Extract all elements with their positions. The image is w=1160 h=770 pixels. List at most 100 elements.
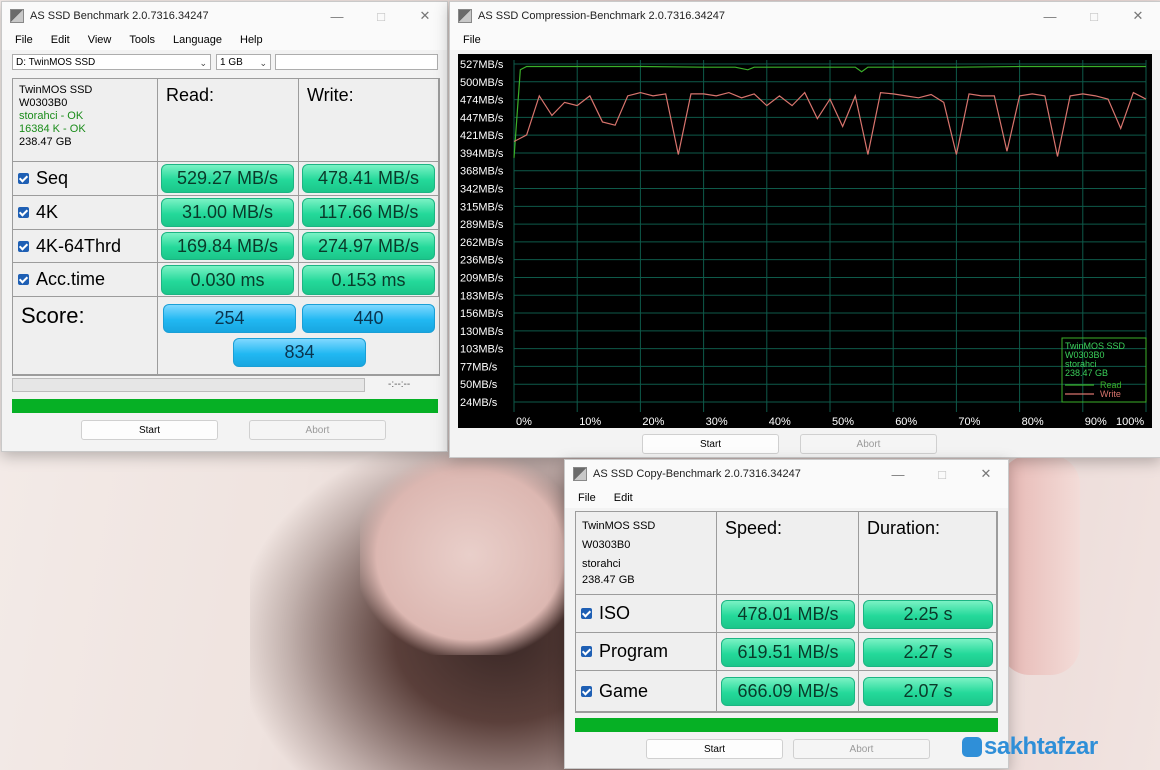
4k-write-value: 117.66 MB/s [302, 198, 435, 227]
iso-checkbox[interactable] [581, 608, 592, 619]
y-tick-label: 103MB/s [460, 344, 504, 356]
seq-checkbox[interactable] [18, 173, 29, 184]
row-program: Program [576, 633, 717, 671]
row-label: 4K-64Thrd [36, 235, 122, 256]
menu-edit[interactable]: Edit [605, 492, 642, 504]
device-driver: storahci [582, 558, 621, 570]
start-button[interactable]: Start [642, 434, 779, 454]
y-tick-label: 315MB/s [460, 201, 504, 213]
seq-write-value: 478.41 MB/s [302, 164, 435, 193]
menu-file[interactable]: File [569, 492, 605, 504]
chevron-down-icon: ⌄ [259, 58, 267, 68]
window-title: AS SSD Compression-Benchmark 2.0.7316.34… [478, 10, 726, 22]
copy-results-grid: TwinMOS SSD W0303B0 storahci 238.47 GB S… [575, 511, 998, 713]
app-icon [10, 9, 24, 23]
program-speed-value: 619.51 MB/s [721, 638, 855, 667]
drive-select[interactable]: D: TwinMOS SSD ⌄ [12, 54, 211, 70]
watermark-logo-icon [962, 737, 982, 757]
maximize-button[interactable]: □ [920, 460, 964, 488]
menu-language[interactable]: Language [164, 34, 231, 46]
window-title: AS SSD Copy-Benchmark 2.0.7316.34247 [593, 468, 801, 480]
row-iso: ISO [576, 595, 717, 633]
row-label: Program [599, 641, 669, 661]
x-tick-label: 60% [895, 416, 917, 428]
menu-edit[interactable]: Edit [42, 34, 79, 46]
y-tick-label: 421MB/s [460, 130, 504, 142]
legend-device-line: 238.47 GB [1065, 368, 1108, 378]
size-select[interactable]: 1 GB ⌄ [216, 54, 271, 70]
compression-chart-svg: 527MB/s 500MB/s 474MB/s 447MB/s 421MB/s 394MB… [460, 59, 1147, 428]
row-label: Acc.time [36, 269, 106, 289]
results-grid: TwinMOS SSD W0303B0 storahci - OK 16384 … [12, 78, 440, 376]
y-tick-label: 262MB/s [460, 237, 504, 249]
start-button[interactable]: Start [646, 739, 783, 759]
menu-file[interactable]: File [6, 34, 42, 46]
watermark-text: sakhtafzar [984, 733, 1098, 760]
benchmark-titlebar: AS SSD Benchmark 2.0.7316.34247 — □ ✕ [2, 2, 447, 30]
start-button[interactable]: Start [81, 420, 218, 440]
background-pink-shape [1000, 455, 1080, 675]
drive-select-value: D: TwinMOS SSD [16, 57, 96, 68]
4k-64thrd-checkbox[interactable] [18, 240, 29, 252]
score-total-value: 834 [233, 338, 366, 367]
x-tick-label: 70% [958, 416, 980, 428]
game-speed-value: 666.09 MB/s [721, 677, 855, 706]
row-label: Game [599, 680, 649, 701]
acc-time-checkbox[interactable] [18, 274, 29, 285]
device-alignment: 16384 K - OK [19, 123, 86, 135]
minimize-button[interactable]: — [315, 2, 359, 30]
menu-view[interactable]: View [79, 34, 121, 46]
4k-64thrd-write-value: 274.97 MB/s [302, 232, 435, 260]
device-firmware: W0303B0 [582, 539, 631, 551]
seq-read-value: 529.27 MB/s [161, 164, 294, 193]
x-tick-label: 100% [1116, 416, 1144, 428]
maximize-button[interactable]: □ [359, 2, 403, 30]
program-duration-value: 2.27 s [863, 638, 993, 667]
4k-64thrd-read-value: 169.84 MB/s [161, 232, 294, 260]
compression-chart: 527MB/s 500MB/s 474MB/s 447MB/s 421MB/s 394MB… [458, 54, 1152, 428]
abort-button[interactable]: Abort [793, 739, 930, 759]
game-duration-value: 2.07 s [863, 677, 993, 706]
y-tick-label: 209MB/s [460, 272, 504, 284]
4k-read-value: 31.00 MB/s [161, 198, 294, 227]
device-info: TwinMOS SSD W0303B0 storahci 238.47 GB [576, 512, 717, 595]
y-tick-label: 342MB/s [460, 184, 504, 196]
y-tick-label: 50MB/s [460, 379, 498, 391]
menu-tools[interactable]: Tools [120, 34, 164, 46]
close-button[interactable]: ✕ [1116, 2, 1160, 30]
benchmark-menubar: File Edit View Tools Language Help [2, 30, 447, 50]
elapsed-time: -:--:-- [388, 379, 411, 390]
copy-titlebar: AS SSD Copy-Benchmark 2.0.7316.34247 — □… [565, 460, 1008, 488]
score-read-value: 254 [163, 304, 296, 333]
result-name-field[interactable] [275, 54, 438, 70]
background-face [360, 455, 580, 655]
close-button[interactable]: ✕ [964, 460, 1008, 488]
chevron-down-icon: ⌄ [199, 58, 207, 68]
size-select-value: 1 GB [220, 57, 243, 68]
device-driver: storahci - OK [19, 110, 84, 122]
row-label: 4K [36, 202, 59, 222]
iso-duration-value: 2.25 s [863, 600, 993, 629]
x-tick-label: 50% [832, 416, 854, 428]
y-tick-label: 289MB/s [460, 219, 504, 231]
maximize-button[interactable]: □ [1072, 2, 1116, 30]
menu-help[interactable]: Help [231, 34, 272, 46]
y-tick-label: 368MB/s [460, 166, 504, 178]
game-checkbox[interactable] [581, 685, 592, 697]
abort-button[interactable]: Abort [800, 434, 937, 454]
y-tick-label: 130MB/s [460, 326, 504, 338]
menu-file[interactable]: File [454, 34, 490, 46]
app-icon [458, 9, 472, 23]
y-tick-label: 527MB/s [460, 59, 504, 71]
read-header: Read: [158, 79, 299, 162]
program-checkbox[interactable] [581, 646, 592, 657]
y-tick-label: 77MB/s [460, 361, 498, 373]
minimize-button[interactable]: — [876, 460, 920, 488]
x-tick-label: 30% [706, 416, 728, 428]
4k-checkbox[interactable] [18, 207, 29, 218]
total-progress-bar [12, 399, 438, 413]
close-button[interactable]: ✕ [403, 2, 447, 30]
abort-button[interactable]: Abort [249, 420, 386, 440]
minimize-button[interactable]: — [1028, 2, 1072, 30]
duration-header: Duration: [859, 512, 997, 595]
